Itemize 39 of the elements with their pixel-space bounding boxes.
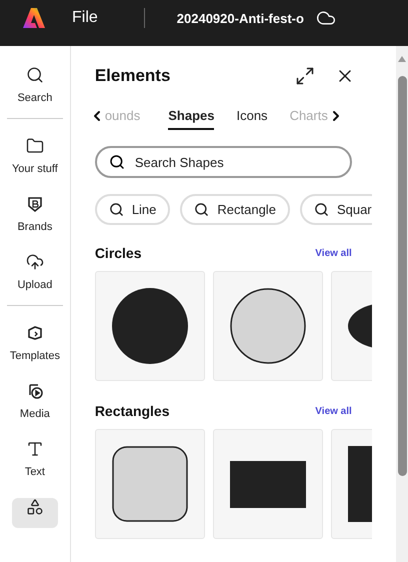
file-menu[interactable]: File <box>72 9 98 27</box>
view-all-link[interactable]: View all <box>315 248 352 258</box>
folder-icon <box>26 137 44 155</box>
scrollbar-thumb[interactable] <box>398 76 407 476</box>
panel-title: Elements <box>94 66 172 86</box>
sidebar-item[interactable]: Templates <box>0 324 69 362</box>
shape-tile[interactable] <box>94 429 205 539</box>
sidebar-item[interactable]: Brands <box>0 195 69 233</box>
view-all-link[interactable]: View all <box>315 406 352 416</box>
sidebar-item[interactable] <box>12 498 58 528</box>
sidebar-item[interactable]: Text <box>0 440 69 478</box>
shape-tile[interactable] <box>212 271 323 381</box>
sidebar-item[interactable]: Search <box>0 66 69 104</box>
app-logo[interactable] <box>22 6 46 30</box>
sidebar-item[interactable]: Upload <box>0 253 69 291</box>
suggestion-chip[interactable]: Line <box>94 194 170 225</box>
shape-tile[interactable] <box>212 429 323 539</box>
category-tab[interactable]: Shapes <box>168 102 214 130</box>
brand-icon <box>26 195 44 213</box>
search-icon <box>108 154 125 170</box>
shapes-icon <box>26 498 44 516</box>
section-title: Rectangles <box>94 403 170 419</box>
search-icon <box>26 66 44 84</box>
document-title[interactable]: 20240920-Anti-fest-o <box>176 10 304 26</box>
suggestion-chip[interactable]: Rectangle <box>180 194 290 225</box>
search-icon <box>108 202 124 217</box>
suggestion-chip[interactable]: Squar <box>300 194 372 225</box>
sidebar-item[interactable]: Media <box>0 382 69 420</box>
expand-button[interactable] <box>294 66 315 86</box>
shape-tile[interactable] <box>94 271 205 381</box>
text-icon <box>26 440 44 458</box>
search-icon <box>314 202 329 217</box>
templates-icon <box>26 324 44 342</box>
search-icon <box>194 202 210 217</box>
search-field[interactable]: Search Shapes <box>94 146 352 178</box>
cloud-upload-icon <box>26 253 44 271</box>
section-title: Circles <box>94 245 142 261</box>
sidebar-item[interactable]: Your stuff <box>0 137 69 175</box>
category-tab[interactable]: Icons <box>236 102 268 130</box>
